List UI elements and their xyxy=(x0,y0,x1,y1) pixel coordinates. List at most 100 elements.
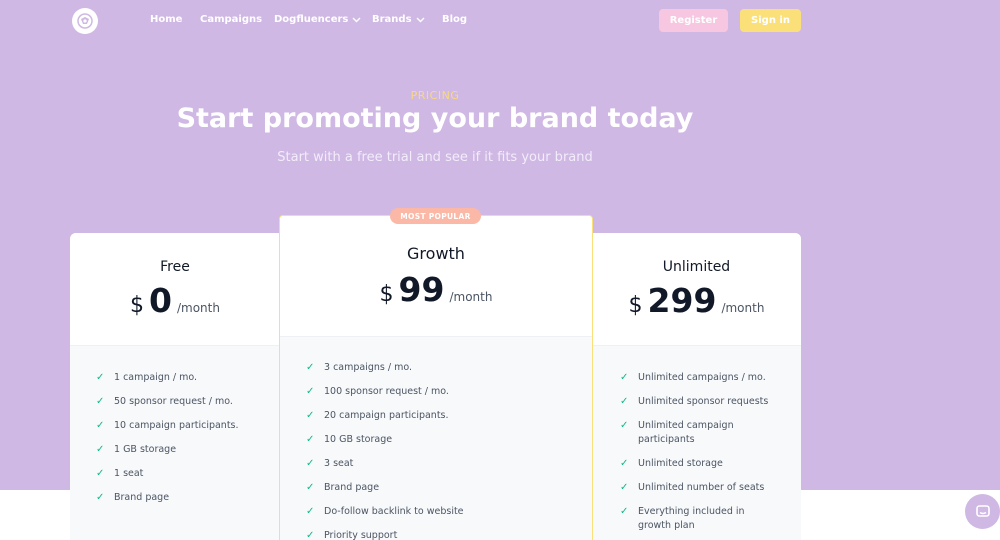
feature-text: Do-follow backlink to website xyxy=(324,506,464,517)
list-item: ✓ Unlimited number of seats xyxy=(620,481,790,495)
price-amount: 99 xyxy=(398,270,445,309)
feature-text: Unlimited campaign participants xyxy=(638,420,734,445)
check-icon: ✓ xyxy=(306,506,315,517)
page-subtitle: Start with a free trial and see if it fi… xyxy=(277,150,593,165)
feature-list: ✓ 3 campaigns / mo. ✓ 100 sponsor request … xyxy=(306,361,556,540)
price-period: /month xyxy=(449,290,493,304)
plan-card-free: Free $ 0 /month ✓ 1 campaign / mo. ✓ 50 sp… xyxy=(70,233,280,540)
check-icon: ✓ xyxy=(620,396,629,407)
most-popular-badge: MOST POPULAR xyxy=(390,208,481,224)
page-title: Start promoting your brand today xyxy=(176,103,694,134)
plan-name: Growth xyxy=(407,244,465,263)
top-nav: Home Campaigns Dogfluencers Brands Blog … xyxy=(0,0,1000,42)
list-item: ✓ 1 seat xyxy=(96,467,266,481)
check-icon: ✓ xyxy=(306,434,315,445)
nav-blog[interactable]: Blog xyxy=(442,14,467,25)
check-icon: ✓ xyxy=(620,458,629,469)
feature-text: Priority support xyxy=(324,530,398,540)
plan-card-growth: Growth $ 99 /month ✓ 3 campaigns / mo. ✓ 1… xyxy=(279,215,593,540)
plan-price: $ 99 /month xyxy=(280,270,592,309)
feature-text: 10 GB storage xyxy=(324,434,393,445)
plan-header: Free $ 0 /month xyxy=(70,233,280,346)
nav-dogfluencers[interactable]: Dogfluencers xyxy=(274,14,361,25)
list-item: ✓ Everything included in growth plan xyxy=(620,505,780,533)
feature-text: 1 seat xyxy=(114,468,144,479)
feature-text: Unlimited storage xyxy=(638,458,723,469)
nav-home-label: Home xyxy=(150,14,183,25)
list-item: ✓ 3 seat xyxy=(306,457,556,471)
plan-name: Free xyxy=(160,259,190,275)
feature-text: Unlimited number of seats xyxy=(638,482,765,493)
chat-bubble-icon xyxy=(975,504,990,517)
check-icon: ✓ xyxy=(620,420,629,431)
check-icon: ✓ xyxy=(96,420,105,431)
list-item: ✓ 50 sponsor request / mo. xyxy=(96,395,266,409)
chevron-down-icon xyxy=(416,17,425,22)
price-amount: 299 xyxy=(647,281,717,320)
check-icon: ✓ xyxy=(306,386,315,397)
check-icon: ✓ xyxy=(620,372,629,383)
list-item: ✓ Brand page xyxy=(96,491,266,505)
list-item: ✓ Unlimited storage xyxy=(620,457,790,471)
feature-text: Unlimited campaigns / mo. xyxy=(638,372,766,383)
list-item: ✓ Unlimited campaigns / mo. xyxy=(620,371,790,385)
nav-home[interactable]: Home xyxy=(150,14,182,25)
check-icon: ✓ xyxy=(306,362,315,373)
list-item: ✓ Priority support xyxy=(306,529,556,540)
check-icon: ✓ xyxy=(96,492,105,503)
list-item: ✓ Unlimited campaign participants xyxy=(620,419,760,447)
check-icon: ✓ xyxy=(96,396,105,407)
feature-text: 3 campaigns / mo. xyxy=(324,362,413,373)
price-amount: 0 xyxy=(149,281,172,320)
plan-price: $ 299 /month xyxy=(592,281,801,320)
price-currency: $ xyxy=(130,293,145,318)
feature-list: ✓ 1 campaign / mo. ✓ 50 sponsor request / … xyxy=(96,371,266,515)
price-currency: $ xyxy=(628,293,643,318)
register-button[interactable]: Register xyxy=(659,9,728,32)
plan-card-unlimited: Unlimited $ 299 /month ✓ Unlimited campai… xyxy=(592,233,801,540)
feature-text: 50 sponsor request / mo. xyxy=(114,396,233,407)
list-item: ✓ 10 GB storage xyxy=(306,433,556,447)
feature-text: 100 sponsor request / mo. xyxy=(324,386,449,397)
feature-text: 1 campaign / mo. xyxy=(114,372,198,383)
nav-brands-label: Brands xyxy=(372,14,412,25)
chevron-down-icon xyxy=(352,17,361,22)
feature-text: Brand page xyxy=(324,482,380,493)
check-icon: ✓ xyxy=(96,444,105,455)
nav-campaigns-label: Campaigns xyxy=(200,14,263,25)
feature-text: 1 GB storage xyxy=(114,444,177,455)
list-item: ✓ 1 GB storage xyxy=(96,443,266,457)
feature-text: 3 seat xyxy=(324,458,354,469)
plan-header: Unlimited $ 299 /month xyxy=(592,233,801,346)
plan-price: $ 0 /month xyxy=(70,281,280,320)
check-icon: ✓ xyxy=(306,458,315,469)
nav-brands[interactable]: Brands xyxy=(372,14,425,25)
list-item: ✓ 10 campaign participants. xyxy=(96,419,266,433)
chat-launcher-button[interactable] xyxy=(965,494,1000,529)
list-item: ✓ 100 sponsor request / mo. xyxy=(306,385,556,399)
list-item: ✓ Brand page xyxy=(306,481,556,495)
nav-blog-label: Blog xyxy=(442,14,468,25)
price-period: /month xyxy=(176,301,220,315)
feature-text: Brand page xyxy=(114,492,170,503)
check-icon: ✓ xyxy=(306,530,315,540)
feature-list: ✓ Unlimited campaigns / mo. ✓ Unlimited sp… xyxy=(620,371,790,540)
pricing-eyebrow: PRICING xyxy=(410,89,460,102)
feature-text: Everything included in growth plan xyxy=(638,506,745,531)
plan-name: Unlimited xyxy=(662,259,731,275)
feature-text: 20 campaign participants. xyxy=(324,410,449,421)
list-item: ✓ Unlimited sponsor requests xyxy=(620,395,790,409)
check-icon: ✓ xyxy=(96,372,105,383)
list-item: ✓ 1 campaign / mo. xyxy=(96,371,266,385)
check-icon: ✓ xyxy=(306,482,315,493)
list-item: ✓ 3 campaigns / mo. xyxy=(306,361,556,375)
check-icon: ✓ xyxy=(96,468,105,479)
nav-campaigns[interactable]: Campaigns xyxy=(200,14,262,25)
sign-in-button[interactable]: Sign in xyxy=(740,9,801,32)
feature-text: Unlimited sponsor requests xyxy=(638,396,769,407)
price-currency: $ xyxy=(379,282,394,307)
check-icon: ✓ xyxy=(620,482,629,493)
list-item: ✓ Do-follow backlink to website xyxy=(306,505,556,519)
check-icon: ✓ xyxy=(620,506,629,517)
brand-logo-icon[interactable] xyxy=(72,8,98,34)
